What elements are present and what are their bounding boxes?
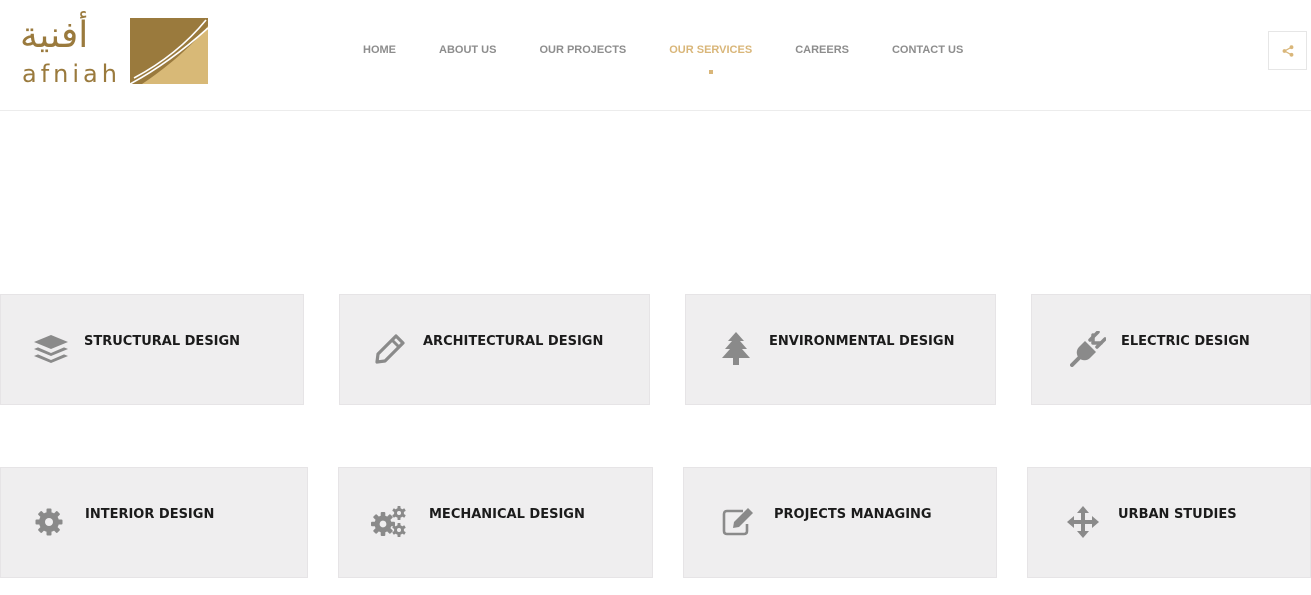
service-label: URBAN STUDIES [1118,507,1237,522]
nav-item-careers[interactable]: CAREERS [795,40,849,60]
service-card-urban-studies[interactable]: URBAN STUDIES [1027,467,1311,578]
service-label: INTERIOR DESIGN [85,507,215,522]
edit-icon [720,504,756,540]
service-card-interior-design[interactable]: INTERIOR DESIGN [0,467,308,578]
service-card-environmental-design[interactable]: ENVIRONMENTAL DESIGN [685,294,996,405]
nav-item-about-us[interactable]: ABOUT US [439,40,496,60]
service-card-projects-managing[interactable]: PROJECTS MANAGING [683,467,997,578]
share-icon [1282,44,1293,57]
logo-arabic-text: أفنية [20,15,89,56]
nav-item-contact-us[interactable]: CONTACT US [892,40,963,60]
service-card-electric-design[interactable]: ELECTRIC DESIGN [1031,294,1311,405]
logo-latin-text: afniah [22,60,121,88]
pencil-icon [372,331,408,367]
site-header: أفنية afniah HOME ABOUT US OUR PROJECTS … [0,0,1311,111]
nav-item-our-services[interactable]: OUR SERVICES [669,40,753,74]
gear-icon [31,504,67,540]
service-label: ENVIRONMENTAL DESIGN [769,334,955,349]
nav-item-our-services-label: OUR SERVICES [669,44,753,56]
service-card-mechanical-design[interactable]: MECHANICAL DESIGN [338,467,653,578]
service-label: ARCHITECTURAL DESIGN [423,334,604,349]
nav-item-home[interactable]: HOME [363,40,396,60]
service-label: ELECTRIC DESIGN [1121,334,1250,349]
plug-icon [1070,331,1106,367]
main-nav: HOME ABOUT US OUR PROJECTS OUR SERVICES … [363,40,963,74]
share-button[interactable] [1268,31,1307,70]
nav-item-our-projects[interactable]: OUR PROJECTS [539,40,626,60]
service-card-structural-design[interactable]: STRUCTURAL DESIGN [0,294,304,405]
gears-icon [371,504,407,540]
site-logo[interactable]: أفنية afniah [20,16,210,88]
move-arrows-icon [1065,504,1101,540]
tree-icon [718,331,754,367]
layers-icon [33,331,69,367]
service-card-architectural-design[interactable]: ARCHITECTURAL DESIGN [339,294,650,405]
service-label: STRUCTURAL DESIGN [84,334,241,349]
service-label: MECHANICAL DESIGN [429,507,585,522]
service-label: PROJECTS MANAGING [774,507,932,522]
active-indicator-dot [708,70,713,74]
logo-mark-icon [130,18,208,84]
